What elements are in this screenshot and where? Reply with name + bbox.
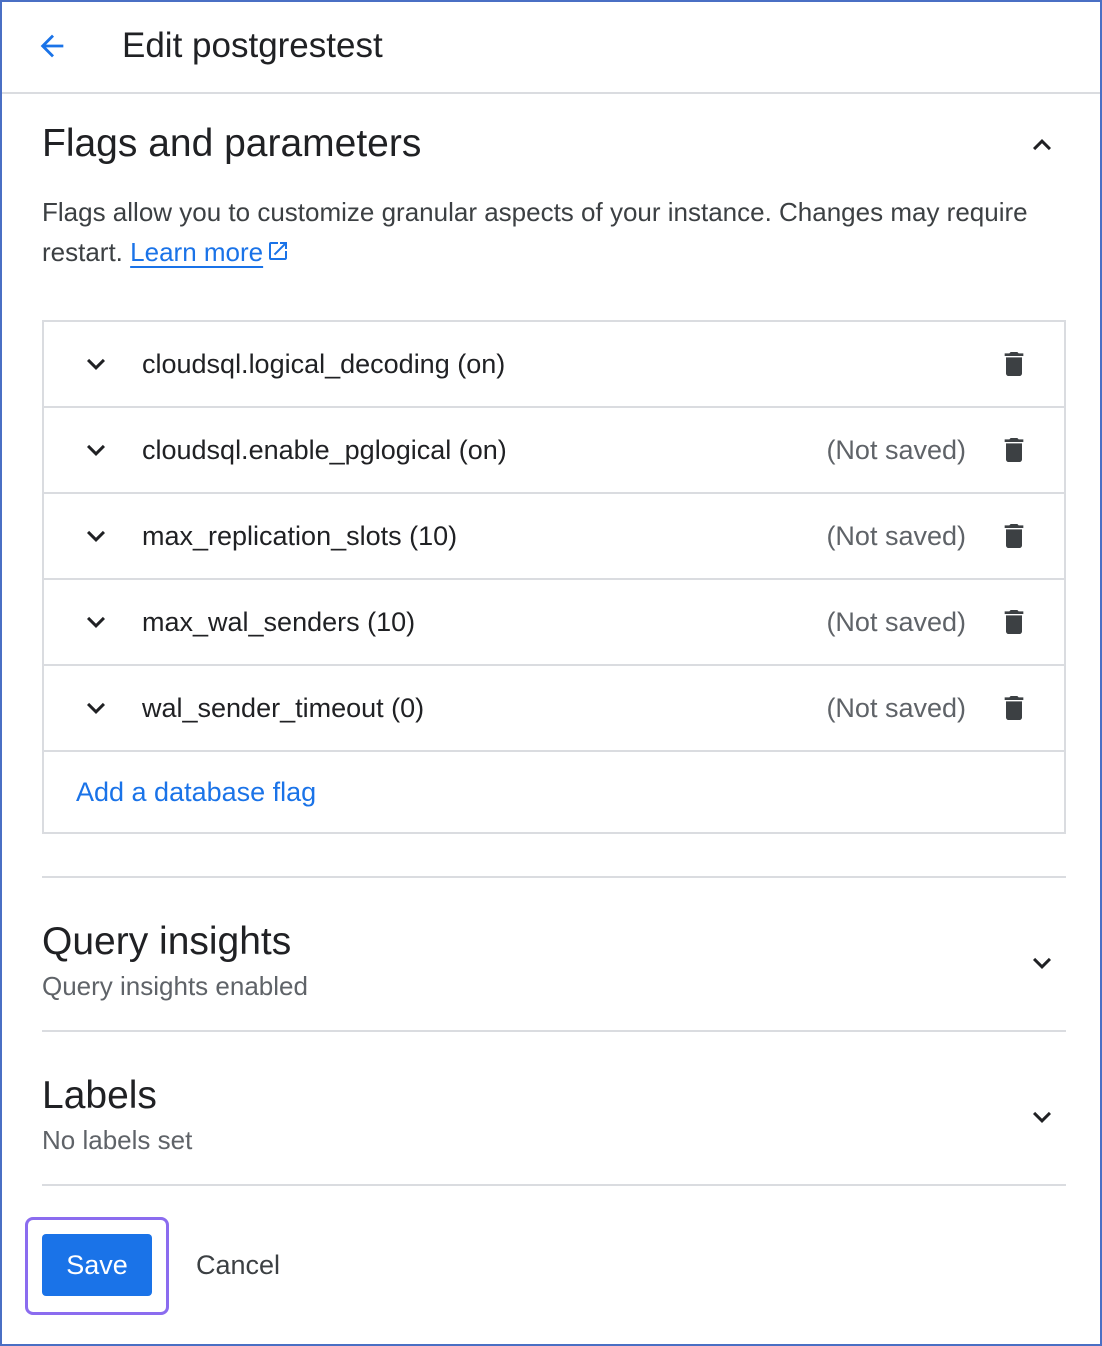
chevron-down-icon (87, 358, 105, 370)
delete-flag-button[interactable] (990, 686, 1038, 730)
chevron-down-icon (87, 616, 105, 628)
flag-expand-button[interactable] (72, 340, 120, 388)
chevron-down-icon (87, 444, 105, 456)
flags-table: cloudsql.logical_decoding (on) cloudsql.… (42, 320, 1066, 834)
save-button[interactable]: Save (42, 1234, 152, 1296)
delete-flag-button[interactable] (990, 514, 1038, 558)
learn-more-label: Learn more (130, 237, 264, 267)
flag-name: max_replication_slots (10) (142, 521, 458, 551)
flag-name: cloudsql.logical_decoding (on) (142, 349, 506, 379)
delete-flag-button[interactable] (990, 600, 1038, 644)
flag-expand-button[interactable] (72, 512, 120, 560)
flag-row: cloudsql.enable_pglogical (on) (Not save… (44, 408, 1064, 494)
delete-icon (1004, 610, 1024, 634)
page-header: Edit postgrestest (2, 2, 1100, 94)
flag-expand-button[interactable] (72, 598, 120, 646)
flag-status: (Not saved) (826, 693, 966, 723)
labels-expand-button[interactable] (1018, 1093, 1066, 1141)
flag-name: wal_sender_timeout (0) (142, 693, 425, 723)
flag-row: max_wal_senders (10) (Not saved) (44, 580, 1064, 666)
chevron-down-icon (87, 702, 105, 714)
query-insights-expand-button[interactable] (1018, 939, 1066, 987)
external-link-icon (269, 242, 288, 260)
learn-more-link[interactable]: Learn more (130, 237, 290, 267)
section-divider (42, 1030, 1066, 1032)
query-insights-title: Query insights (42, 920, 292, 963)
back-button[interactable] (28, 24, 76, 68)
flags-section-title: Flags and parameters (42, 122, 422, 165)
flag-expand-button[interactable] (72, 426, 120, 474)
query-insights-subtitle: Query insights enabled (42, 971, 308, 1001)
labels-subtitle: No labels set (42, 1125, 193, 1155)
delete-flag-button[interactable] (990, 342, 1038, 386)
flag-name: cloudsql.enable_pglogical (on) (142, 435, 507, 465)
flag-name: max_wal_senders (10) (142, 607, 416, 637)
flag-status: (Not saved) (826, 521, 966, 551)
flags-collapse-button[interactable] (1018, 121, 1066, 169)
flag-row: cloudsql.logical_decoding (on) (44, 322, 1064, 408)
delete-icon (1004, 438, 1024, 462)
flag-status: (Not saved) (826, 435, 966, 465)
flag-row: wal_sender_timeout (0) (Not saved) (44, 666, 1064, 752)
delete-icon (1004, 696, 1024, 720)
section-divider (42, 876, 1066, 878)
delete-icon (1004, 352, 1024, 376)
labels-title: Labels (42, 1074, 157, 1117)
add-database-flag-button[interactable]: Add a database flag (76, 772, 316, 812)
arrow-back-icon (40, 34, 64, 58)
section-divider (42, 1184, 1066, 1186)
flag-row: max_replication_slots (10) (Not saved) (44, 494, 1064, 580)
chevron-down-icon (1033, 957, 1051, 969)
chevron-down-icon (1033, 1111, 1051, 1123)
delete-icon (1004, 524, 1024, 548)
delete-flag-button[interactable] (990, 428, 1038, 472)
flag-expand-button[interactable] (72, 684, 120, 732)
chevron-down-icon (87, 530, 105, 542)
flag-status: (Not saved) (826, 607, 966, 637)
flags-description: Flags allow you to customize granular as… (42, 192, 1042, 272)
chevron-up-icon (1033, 139, 1051, 151)
cancel-button[interactable]: Cancel (178, 1234, 298, 1296)
page-title: Edit postgrestest (122, 26, 383, 65)
